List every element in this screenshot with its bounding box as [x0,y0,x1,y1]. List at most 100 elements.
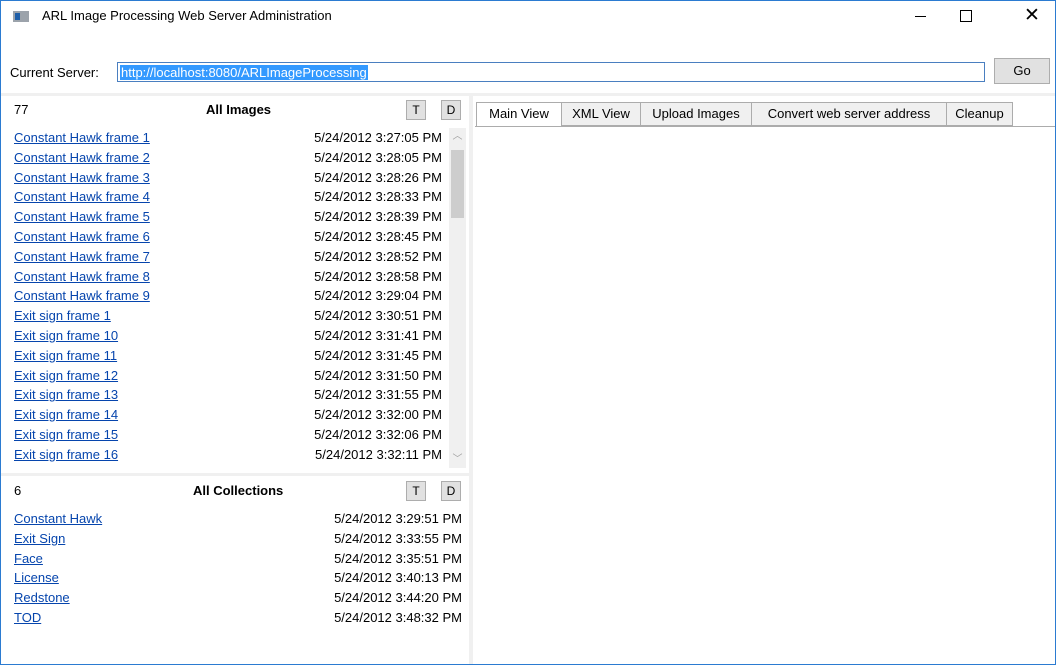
image-date: 5/24/2012 3:31:45 PM [314,347,442,363]
close-icon: ✕ [1024,5,1040,26]
go-button[interactable]: Go [994,58,1050,84]
scrollbar-thumb[interactable] [451,150,464,218]
collection-date: 5/24/2012 3:29:51 PM [334,511,462,526]
current-server-label: Current Server: [10,65,99,80]
tab-convert-web-server-address[interactable]: Convert web server address [751,102,947,126]
list-item: Exit sign frame 10 5/24/2012 3:31:41 PM [1,326,449,346]
chevron-down-icon[interactable]: ﹀ [449,451,466,468]
list-item: License 5/24/2012 3:40:13 PM [1,568,469,588]
collection-link[interactable]: Constant Hawk [14,511,102,526]
title-bar[interactable]: ARL Image Processing Web Server Administ… [1,1,1055,31]
images-panel-header: 77 All Images T D [1,98,469,120]
list-item: Exit sign frame 13 5/24/2012 3:31:55 PM [1,385,449,405]
list-item: Exit sign frame 14 5/24/2012 3:32:00 PM [1,405,449,425]
image-link[interactable]: Constant Hawk frame 2 [14,150,150,165]
images-count: 77 [14,102,29,117]
image-date: 5/24/2012 3:28:26 PM [314,169,442,185]
collections-sort-date-button[interactable]: D [441,481,461,501]
image-link[interactable]: Constant Hawk frame 8 [14,269,150,284]
collection-date: 5/24/2012 3:35:51 PM [334,550,462,566]
collections-sort-title-button[interactable]: T [406,481,426,501]
vertical-splitter[interactable] [469,96,473,664]
images-panel-title: All Images [206,102,272,117]
collection-date: 5/24/2012 3:44:20 PM [334,590,462,606]
image-link[interactable]: Constant Hawk frame 9 [14,288,150,303]
collection-link[interactable]: Exit Sign [14,531,65,546]
collection-link[interactable]: License [14,570,59,585]
chevron-up-icon[interactable]: ︿ [449,128,466,145]
server-url-input[interactable]: http://localhost:8080/ARLImageProcessing [117,62,985,82]
image-link[interactable]: Constant Hawk frame 5 [14,209,150,224]
app-window: ARL Image Processing Web Server Administ… [0,0,1056,665]
image-date: 5/24/2012 3:31:50 PM [314,367,442,383]
server-url-text: http://localhost:8080/ARLImageProcessing [120,65,368,80]
collection-link[interactable]: Redstone [14,590,70,605]
close-button[interactable]: ✕ [1009,1,1055,31]
collection-link[interactable]: Face [14,551,43,566]
list-item: Exit sign frame 11 5/24/2012 3:31:45 PM [1,346,449,366]
image-date: 5/24/2012 3:31:55 PM [314,387,442,403]
list-item: Constant Hawk frame 1 5/24/2012 3:27:05 P… [1,128,449,148]
image-link[interactable]: Constant Hawk frame 4 [14,189,150,204]
image-link[interactable]: Constant Hawk frame 1 [14,130,150,145]
tab-cleanup[interactable]: Cleanup [946,102,1013,126]
image-date: 5/24/2012 3:28:39 PM [314,209,442,225]
divider [1,93,1055,96]
image-link[interactable]: Exit sign frame 1 [14,308,111,323]
list-item: Constant Hawk frame 2 5/24/2012 3:28:05 P… [1,148,449,168]
list-item: Exit sign frame 16 5/24/2012 3:32:11 PM [1,445,449,465]
collections-count: 6 [14,483,22,498]
image-link[interactable]: Exit sign frame 14 [14,407,118,422]
image-date: 5/24/2012 3:28:45 PM [314,228,442,244]
image-link[interactable]: Constant Hawk frame 3 [14,170,150,185]
image-date: 5/24/2012 3:28:52 PM [314,248,442,264]
list-item: Constant Hawk frame 5 5/24/2012 3:28:39 P… [1,207,449,227]
image-date: 5/24/2012 3:28:58 PM [314,268,442,284]
image-date: 5/24/2012 3:28:05 PM [314,149,442,165]
server-row: Current Server: http://localhost:8080/AR… [1,58,1055,88]
image-date: 5/24/2012 3:32:11 PM [315,446,442,462]
panel-splitter[interactable] [1,473,469,476]
image-link[interactable]: Exit sign frame 11 [14,348,117,363]
maximize-icon [960,10,972,22]
image-date: 5/24/2012 3:29:04 PM [314,288,442,304]
images-scrollbar[interactable]: ︿ ﹀ [449,128,466,468]
tab-upload-images[interactable]: Upload Images [640,102,752,126]
image-link[interactable]: Constant Hawk frame 7 [14,249,150,264]
collection-date: 5/24/2012 3:48:32 PM [334,609,462,625]
image-link[interactable]: Exit sign frame 16 [14,447,118,462]
collections-list[interactable]: Constant Hawk 5/24/2012 3:29:51 PM Exit Si… [1,509,469,659]
list-item: Constant Hawk frame 9 5/24/2012 3:29:04 P… [1,286,449,306]
list-item: TOD 5/24/2012 3:48:32 PM [1,608,469,628]
tab-main-view[interactable]: Main View [476,102,562,127]
image-date: 5/24/2012 3:28:33 PM [314,189,442,205]
image-date: 5/24/2012 3:32:00 PM [314,407,442,423]
collection-date: 5/24/2012 3:40:13 PM [334,570,462,586]
maximize-button[interactable] [943,1,989,31]
images-sort-date-button[interactable]: D [441,100,461,120]
main-view-content [475,126,1055,664]
list-item: Exit Sign 5/24/2012 3:33:55 PM [1,529,469,549]
window-title: ARL Image Processing Web Server Administ… [42,8,332,23]
collections-panel-title: All Collections [193,483,284,498]
list-item: Face 5/24/2012 3:35:51 PM [1,549,469,569]
tab-xml-view[interactable]: XML View [561,102,641,126]
image-date: 5/24/2012 3:30:51 PM [314,308,442,324]
image-link[interactable]: Exit sign frame 13 [14,387,118,402]
minimize-button[interactable] [897,1,943,31]
image-date: 5/24/2012 3:32:06 PM [314,426,442,442]
image-link[interactable]: Exit sign frame 12 [14,368,118,383]
images-sort-title-button[interactable]: T [406,100,426,120]
images-list[interactable]: Constant Hawk frame 1 5/24/2012 3:27:05 P… [1,128,449,470]
image-link[interactable]: Constant Hawk frame 6 [14,229,150,244]
collection-date: 5/24/2012 3:33:55 PM [334,530,462,546]
image-link[interactable]: Exit sign frame 15 [14,427,118,442]
list-item: Constant Hawk frame 7 5/24/2012 3:28:52 P… [1,247,449,267]
list-item: Constant Hawk frame 4 5/24/2012 3:28:33 P… [1,187,449,207]
list-item: Redstone 5/24/2012 3:44:20 PM [1,588,469,608]
minimize-icon [915,16,926,17]
collection-link[interactable]: TOD [14,610,41,625]
image-link[interactable]: Exit sign frame 10 [14,328,118,343]
list-item: Constant Hawk frame 6 5/24/2012 3:28:45 P… [1,227,449,247]
list-item: Exit sign frame 12 5/24/2012 3:31:50 PM [1,366,449,386]
